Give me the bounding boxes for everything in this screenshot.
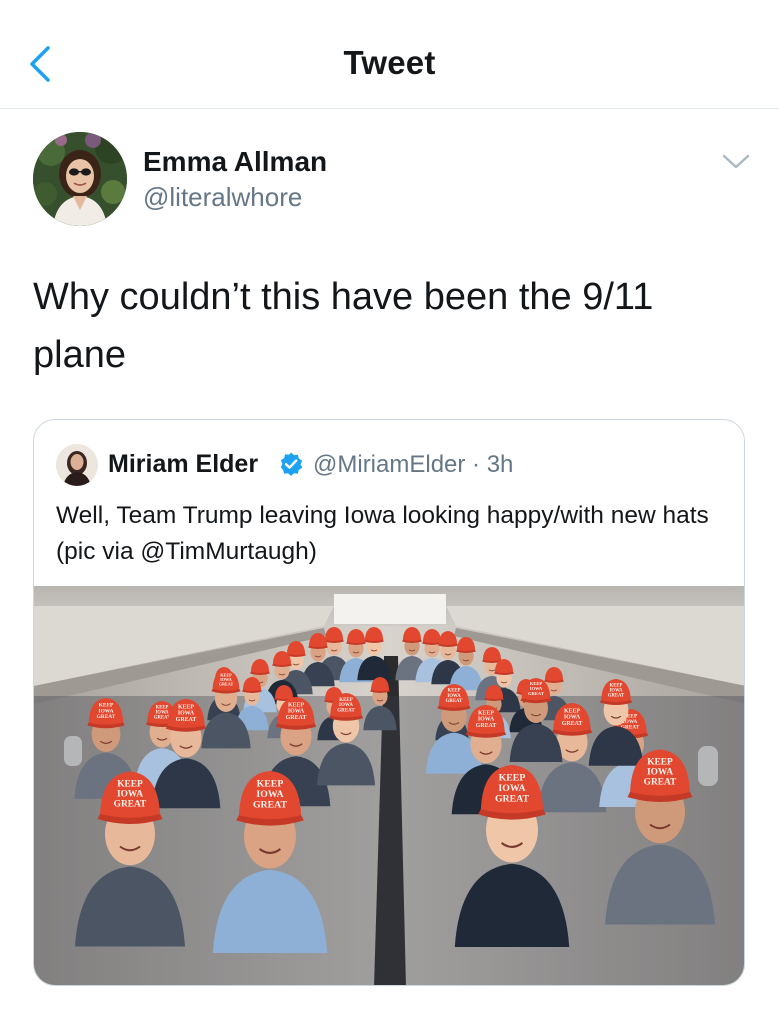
quote-avatar-photo — [56, 444, 98, 486]
airplane-cabin-photo: KEEPIOWAGREATKEEPIOWAGREATKEEPIOWAGREATK… — [34, 586, 744, 985]
hat-text: KEEP — [564, 708, 580, 714]
quoted-tweet[interactable]: Miriam Elder @MiriamElder · 3h Well, Tea… — [33, 419, 745, 986]
hat-text: GREAT — [644, 778, 677, 788]
hat-text: IOWA — [647, 768, 673, 778]
hat-text: IOWA — [478, 717, 495, 723]
hat-text: GREAT — [337, 708, 355, 713]
verified-badge-icon — [280, 452, 303, 476]
avatar[interactable] — [33, 132, 127, 226]
hat-text: GREAT — [476, 723, 497, 729]
hat-text: KEEP — [257, 779, 284, 790]
quote-author-name[interactable]: Miriam Elder — [108, 450, 258, 479]
quote-handle-time: @MiriamElder · 3h — [313, 451, 514, 478]
hat-text: GREAT — [253, 799, 288, 810]
hat-text: IOWA — [178, 711, 195, 717]
hat-text: GREAT — [562, 721, 583, 727]
quote-photo[interactable]: KEEP IOWA GREAT KEEP IOWA GREAT KEEP IOWA GREAT K… — [34, 586, 744, 985]
hat-text: IOWA — [339, 703, 353, 708]
hat-text: KEEP — [499, 773, 526, 784]
hat-text: KEEP — [339, 698, 353, 703]
hat-text: GREAT — [114, 800, 147, 810]
author-handle[interactable]: @literalwhore — [143, 182, 302, 213]
hat-text: GREAT — [608, 693, 625, 698]
hat-text: GREAT — [286, 715, 307, 721]
hat-text: GREAT — [97, 714, 116, 720]
hat-text: KEEP — [288, 702, 304, 708]
chevron-down-icon — [722, 154, 750, 169]
hat-text: IOWA — [117, 790, 143, 800]
tweet-text: Why couldn’t this have been the 9/11 pla… — [33, 276, 654, 376]
hat-text: GREAT — [219, 682, 234, 687]
hat-text: GREAT — [176, 717, 197, 723]
quote-text: Well, Team Trump leaving Iowa looking ha… — [56, 502, 709, 565]
hat-text: GREAT — [495, 793, 530, 804]
avatar-photo — [33, 132, 127, 226]
hat-text: KEEP — [647, 758, 673, 768]
top-bar: Tweet — [0, 0, 779, 109]
hat-text: IOWA — [288, 709, 305, 715]
author-name[interactable]: Emma Allman — [143, 146, 327, 178]
quote-avatar[interactable] — [56, 444, 98, 486]
hat-text: GREAT — [446, 699, 464, 704]
hat-text: IOWA — [256, 789, 283, 800]
hat-text: IOWA — [498, 783, 525, 794]
hat-text: GREAT — [528, 691, 544, 696]
hat-text: KEEP — [478, 710, 494, 716]
page-title: Tweet — [343, 44, 436, 81]
hat-text: KEEP — [117, 780, 143, 790]
tweet-menu-button[interactable] — [718, 148, 754, 176]
hat-text: KEEP — [178, 704, 194, 710]
hat-text: IOWA — [564, 715, 581, 721]
